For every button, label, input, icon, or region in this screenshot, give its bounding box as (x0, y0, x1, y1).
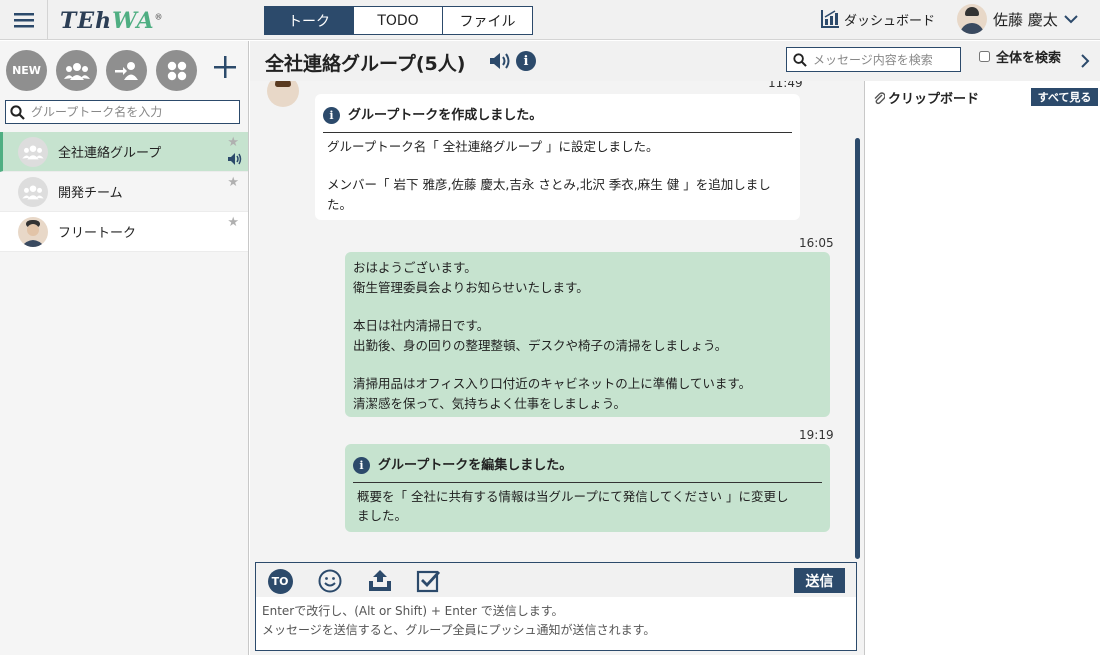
search-all-label: 全体を検索 (996, 51, 1062, 66)
user-name: 佐藤 慶太 (993, 10, 1058, 29)
top-bar: TEhWA® トーク TODO ファイル ダッシュボード 佐藤 慶太 (0, 0, 1100, 40)
search-icon (793, 52, 807, 67)
search-icon (10, 104, 25, 120)
hamburger-menu-button[interactable] (0, 0, 48, 40)
message-timestamp: 19:19 (799, 428, 834, 442)
plus-icon (214, 56, 236, 78)
message-search-input[interactable] (813, 52, 953, 67)
apps-grid-button[interactable] (156, 50, 197, 91)
favorite-star-icon[interactable]: ★ (227, 175, 239, 190)
system-message-header: i グループトークを作成しました。 (323, 106, 792, 133)
system-message-header: i グループトークを編集しました。 (353, 456, 822, 483)
grid-circles-icon (167, 61, 186, 80)
system-message-title: グループトークを作成しました。 (348, 108, 543, 123)
tab-todo[interactable]: TODO (354, 7, 443, 34)
group-people-icon (63, 62, 90, 80)
group-people-icon (22, 144, 44, 159)
send-button[interactable]: 送信 (794, 568, 845, 593)
left-sidebar: NEW グループトーク名を入力 全社連絡グループ ★ 開発チーム ★ フリートー… (0, 41, 249, 655)
search-all-option: 全体を検索 (979, 47, 1061, 66)
group-name: 全社連絡グループ (58, 146, 162, 161)
add-group-button[interactable] (211, 53, 239, 87)
info-icon: i (323, 107, 340, 125)
favorite-star-icon[interactable]: ★ (227, 135, 239, 150)
message-search-box (786, 47, 961, 72)
group-item-all-company[interactable]: 全社連絡グループ ★ (0, 132, 248, 172)
message-timestamp: 16:05 (799, 236, 834, 250)
checkbox-icon (416, 570, 440, 593)
emoji-button[interactable] (317, 568, 343, 594)
clipboard-title: クリップボード (873, 88, 979, 107)
message-timeline[interactable]: 11:49 i グループトークを作成しました。 グループトーク名「 全社連絡グル… (250, 81, 864, 559)
todo-task-button[interactable] (415, 568, 441, 594)
compose-toolbar: TO 送信 (256, 563, 856, 597)
group-avatar-photo (18, 216, 48, 247)
speaker-icon (228, 153, 242, 169)
system-message-body: 概要を「 全社に共有する情報は当グループにて発信してください 」に変更し ました… (357, 488, 789, 524)
group-avatar (18, 176, 48, 207)
main-tabs: トーク TODO ファイル (264, 6, 533, 35)
header-icons: i (490, 51, 536, 71)
chevron-down-icon (1064, 15, 1078, 24)
see-all-button[interactable]: すべて見る (1031, 88, 1098, 106)
smiley-icon (318, 569, 342, 593)
message-input[interactable] (256, 597, 856, 650)
to-icon: TO (267, 568, 293, 594)
tab-talk[interactable]: トーク (265, 7, 354, 34)
group-search-input[interactable] (31, 105, 231, 119)
clipboard-panel: クリップボード すべて見る (864, 81, 1100, 655)
chat-message: おはようございます。 衛生管理委員会よりお知らせいたします。 本日は社内清掃日で… (345, 252, 830, 417)
panel-toggle-button[interactable] (1080, 53, 1090, 72)
dashboard-chart-icon (821, 10, 839, 28)
paperclip-icon (874, 91, 885, 104)
message-timestamp: 11:49 (768, 81, 803, 90)
person-enter-icon (114, 61, 138, 80)
group-item-free-talk[interactable]: フリートーク ★ (0, 212, 248, 252)
compose-box: TO 送信 (255, 562, 857, 651)
system-message-body: グループトーク名「 全社連絡グループ 」に設定しました。 メンバー「 岩下 雅彦… (327, 138, 771, 212)
favorite-star-icon[interactable]: ★ (227, 215, 239, 230)
chat-header: 全社連絡グループ(5人) i 全体を検索 (250, 41, 1100, 81)
group-avatar (18, 136, 48, 167)
join-group-button[interactable] (106, 50, 147, 91)
tab-files[interactable]: ファイル (443, 7, 532, 34)
sidebar-action-buttons: NEW (6, 50, 197, 91)
page-title: 全社連絡グループ(5人) (265, 53, 466, 75)
group-item-dev-team[interactable]: 開発チーム ★ (0, 172, 248, 212)
group-people-icon (22, 184, 44, 199)
user-avatar (957, 4, 987, 34)
group-search-box (5, 100, 240, 124)
info-icon[interactable]: i (516, 51, 536, 71)
group-members-button[interactable] (56, 50, 97, 91)
group-list: 全社連絡グループ ★ 開発チーム ★ フリートーク ★ (0, 132, 248, 252)
upload-icon (369, 570, 391, 591)
mention-to-button[interactable]: TO (267, 568, 293, 594)
dashboard-label: ダッシュボード (844, 13, 936, 29)
speaker-icon[interactable] (490, 52, 512, 70)
group-name: フリートーク (58, 226, 137, 241)
system-message-created: i グループトークを作成しました。 グループトーク名「 全社連絡グループ 」に設… (315, 94, 800, 220)
new-button[interactable]: NEW (6, 50, 47, 91)
user-menu[interactable]: 佐藤 慶太 (957, 4, 1078, 34)
search-all-checkbox[interactable] (979, 51, 990, 62)
group-name: 開発チーム (58, 186, 123, 201)
dashboard-link[interactable]: ダッシュボード (820, 9, 935, 29)
menu-icon (13, 13, 34, 28)
system-message-edited: i グループトークを編集しました。 概要を「 全社に共有する情報は当グループにて… (345, 444, 830, 532)
upload-button[interactable] (367, 568, 393, 594)
sender-avatar[interactable] (267, 81, 299, 107)
chevron-right-icon (1081, 54, 1090, 68)
compose-area: TO 送信 (250, 559, 864, 655)
chat-scrollbar[interactable] (855, 138, 860, 559)
app-logo[interactable]: TEhWA® (60, 8, 164, 34)
info-icon: i (353, 457, 370, 475)
system-message-title: グループトークを編集しました。 (378, 458, 573, 473)
